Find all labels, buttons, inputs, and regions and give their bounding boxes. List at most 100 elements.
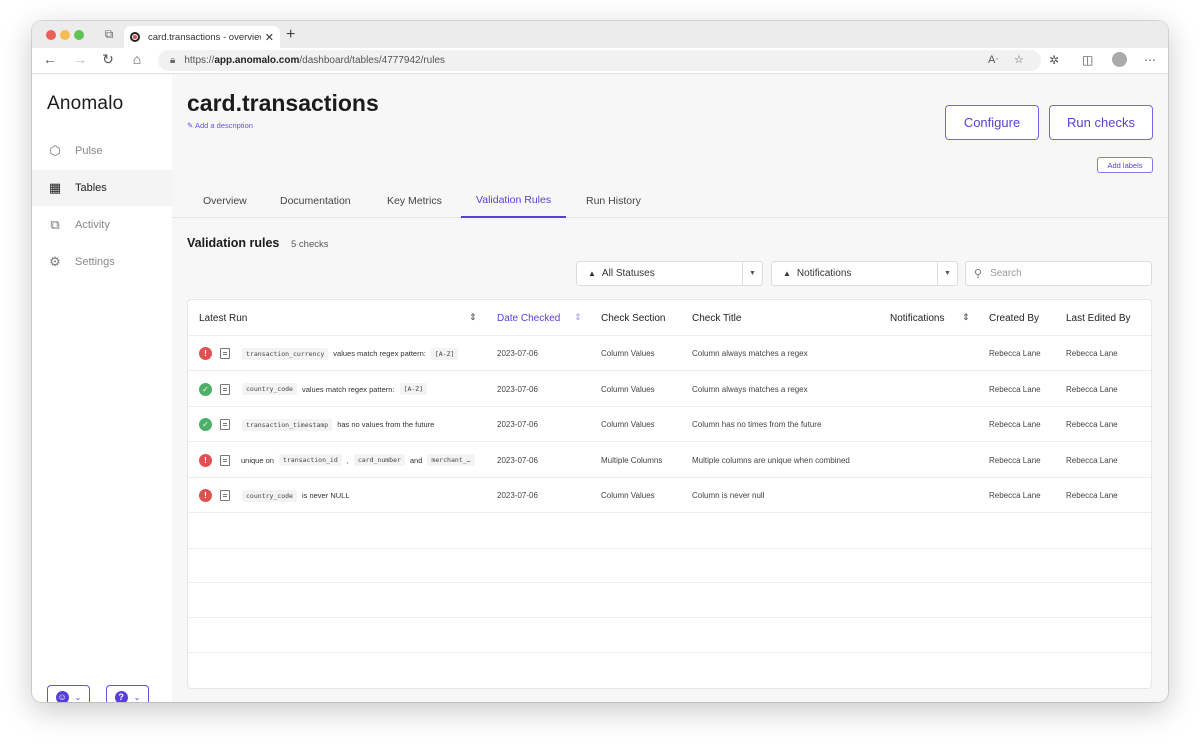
tab-run-history[interactable]: Run History bbox=[571, 183, 656, 218]
column-name-code: country_code bbox=[242, 383, 297, 395]
check-title-cell: Column is never null bbox=[692, 491, 765, 500]
date-checked-cell: 2023-07-06 bbox=[497, 491, 538, 500]
address-bar[interactable]: 🔒︎ https://app.anomalo.com/dashboard/tab… bbox=[158, 50, 1041, 71]
help-icon: ? bbox=[114, 691, 128, 702]
column-header-latest-run[interactable]: Latest Run bbox=[199, 300, 247, 336]
column-header-notifications[interactable]: Notifications bbox=[890, 300, 944, 336]
url-path: /dashboard/tables/4777942/rules bbox=[299, 55, 446, 66]
rule-text: unique on bbox=[241, 455, 274, 465]
last-edited-by-cell: Rebecca Lane bbox=[1066, 384, 1118, 394]
sort-icon[interactable]: ⇕ bbox=[962, 312, 970, 323]
browser-tab[interactable]: card.transactions - overview | / ✕ bbox=[124, 26, 280, 48]
fail-status-icon: ! bbox=[199, 347, 212, 360]
bell-icon: ▲ bbox=[783, 269, 791, 278]
gear-icon: ⚙ bbox=[49, 254, 61, 269]
search-box[interactable]: ⚲ bbox=[965, 261, 1152, 286]
profile-icon[interactable] bbox=[1112, 52, 1127, 67]
configure-button[interactable]: Configure bbox=[945, 105, 1039, 140]
tab-validation-rules[interactable]: Validation Rules bbox=[461, 183, 567, 218]
sidebar-item-tables[interactable]: ▦ Tables bbox=[32, 170, 172, 206]
anomalo-logo[interactable]: Anomalo bbox=[47, 93, 123, 115]
extensions-icon[interactable]: ✲ bbox=[1049, 53, 1059, 67]
clipboard-icon[interactable] bbox=[220, 419, 230, 430]
status-filter-select[interactable]: ▲ All Statuses ▼ bbox=[576, 261, 763, 286]
sidebar-item-settings[interactable]: ⚙ Settings bbox=[32, 244, 172, 280]
clipboard-icon[interactable] bbox=[220, 348, 230, 359]
clipboard-icon[interactable] bbox=[220, 383, 230, 395]
latest-run-cell: ✓ transaction_timestamp has no values from… bbox=[199, 407, 436, 442]
table-row[interactable]: ! unique on transaction_id, card_number and m… bbox=[188, 443, 1151, 478]
close-tab-icon[interactable]: ✕ bbox=[265, 31, 274, 44]
clipboard-icon[interactable] bbox=[220, 454, 230, 466]
check-section-cell: Column Values bbox=[601, 491, 655, 500]
browser-window: ⧉ card.transactions - overview | / ✕ + ←… bbox=[32, 21, 1168, 702]
sidebar-item-activity[interactable]: ⧉ Activity bbox=[32, 207, 172, 243]
search-input[interactable] bbox=[990, 268, 1141, 279]
table-row[interactable]: ✓ country_code values match regex pattern:… bbox=[188, 372, 1151, 407]
user-menu-button[interactable]: ☺ ⌄ bbox=[47, 685, 90, 702]
column-header-last-edited-by[interactable]: Last Edited By bbox=[1066, 300, 1130, 336]
logo-text: Anomalo bbox=[47, 93, 124, 114]
home-icon[interactable]: ⌂ bbox=[127, 51, 147, 67]
add-description-label: Add a description bbox=[194, 121, 253, 130]
tab-documentation[interactable]: Documentation bbox=[265, 183, 366, 218]
fail-status-icon: ! bbox=[199, 489, 212, 502]
check-section-cell: Column Values bbox=[601, 420, 655, 429]
help-menu-button[interactable]: ? ⌄ bbox=[106, 685, 149, 702]
column-header-date-checked[interactable]: Date Checked bbox=[497, 300, 560, 336]
created-by-cell: Rebecca Lane bbox=[989, 491, 1041, 500]
hexagon-icon: ⬡ bbox=[49, 143, 61, 158]
new-tab-button[interactable]: + bbox=[286, 26, 295, 44]
maximize-window-button[interactable] bbox=[74, 30, 84, 40]
table-row[interactable]: ! transaction_currency values match regex … bbox=[188, 336, 1151, 371]
last-edited-by-cell: Rebecca Lane bbox=[1066, 349, 1118, 358]
sidebar-item-label: Activity bbox=[75, 219, 110, 231]
date-checked-cell: 2023-07-06 bbox=[497, 420, 538, 429]
back-icon[interactable]: ← bbox=[40, 51, 60, 67]
tab-overview[interactable]: Overview bbox=[188, 183, 262, 218]
empty-table-row bbox=[188, 618, 1151, 653]
empty-table-row bbox=[188, 583, 1151, 619]
last-edited-by-cell: Rebecca Lane bbox=[1066, 420, 1118, 429]
table-tabs: Overview Documentation Key Metrics Valid… bbox=[172, 183, 1168, 218]
sort-icon[interactable]: ⇕ bbox=[574, 312, 582, 323]
date-checked-cell: 2023-07-06 bbox=[497, 384, 538, 394]
bell-icon: ▲ bbox=[588, 269, 596, 278]
column-header-check-section[interactable]: Check Section bbox=[601, 300, 665, 336]
clipboard-icon[interactable] bbox=[220, 490, 230, 501]
more-icon[interactable]: ⋯ bbox=[1144, 53, 1156, 67]
add-description-link[interactable]: ✎ Add a description bbox=[187, 121, 253, 130]
check-title-cell: Column has no times from the future bbox=[692, 420, 822, 429]
checks-count: 5 checks bbox=[291, 239, 329, 250]
lock-icon[interactable]: 🔒︎ bbox=[170, 55, 175, 66]
add-labels-button[interactable]: Add labels bbox=[1097, 157, 1153, 173]
dropdown-caret-icon[interactable]: ▼ bbox=[937, 262, 957, 285]
split-screen-icon[interactable]: ◫ bbox=[1082, 53, 1093, 67]
workspaces-icon[interactable]: ⧉ bbox=[102, 27, 116, 41]
chevron-down-icon: ⌄ bbox=[74, 693, 82, 702]
notifications-filter-select[interactable]: ▲ Notifications ▼ bbox=[771, 261, 958, 286]
column-header-created-by[interactable]: Created By bbox=[989, 300, 1039, 336]
dropdown-caret-icon[interactable]: ▼ bbox=[742, 262, 762, 285]
table-row[interactable]: ✓ transaction_timestamp has no values from… bbox=[188, 407, 1151, 442]
close-window-button[interactable] bbox=[46, 30, 56, 40]
sort-icon[interactable]: ⇕ bbox=[469, 312, 477, 323]
browser-tab-bar: ⧉ card.transactions - overview | / ✕ + bbox=[32, 21, 1168, 48]
forward-icon[interactable]: → bbox=[70, 51, 90, 67]
read-aloud-icon[interactable]: Aᐧ bbox=[988, 53, 998, 66]
minimize-window-button[interactable] bbox=[60, 30, 70, 40]
column-header-check-title[interactable]: Check Title bbox=[692, 300, 741, 336]
column-name-code: transaction_id bbox=[278, 454, 342, 466]
check-title-cell: Column always matches a regex bbox=[692, 349, 808, 358]
sidebar-item-pulse[interactable]: ⬡ Pulse bbox=[32, 133, 172, 169]
sidebar-item-label: Pulse bbox=[75, 145, 103, 157]
table-row[interactable]: ! country_code is never NULL 2023-07-06 Colu… bbox=[188, 478, 1151, 513]
tab-key-metrics[interactable]: Key Metrics bbox=[372, 183, 457, 218]
table-header: Latest Run ⇕ Date Checked ⇕ Check Sectio… bbox=[188, 300, 1151, 336]
date-checked-cell: 2023-07-06 bbox=[497, 349, 538, 358]
column-name-code: country_code bbox=[242, 489, 297, 502]
favorite-icon[interactable]: ☆ bbox=[1014, 53, 1024, 66]
reload-icon[interactable]: ↻ bbox=[98, 51, 118, 68]
run-checks-button[interactable]: Run checks bbox=[1049, 105, 1153, 140]
empty-table-row bbox=[188, 653, 1151, 688]
